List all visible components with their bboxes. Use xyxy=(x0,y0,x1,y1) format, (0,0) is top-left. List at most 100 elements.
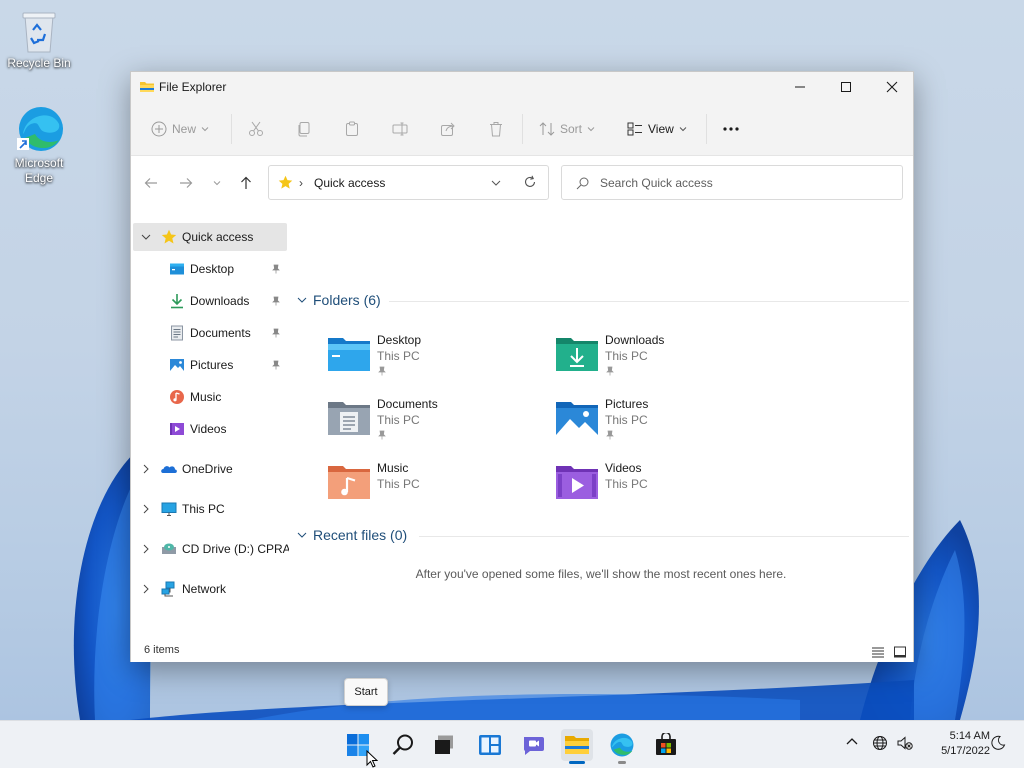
file-explorer-icon xyxy=(565,736,589,754)
edge-taskbar-button[interactable] xyxy=(606,729,638,764)
maximize-button[interactable] xyxy=(823,72,869,102)
view-label: View xyxy=(648,122,674,136)
chevron-down-icon xyxy=(679,127,687,132)
nav-item-label: Documents xyxy=(190,326,251,340)
nav-item-desktop[interactable]: Desktop xyxy=(133,255,287,283)
nav-item-documents[interactable]: Documents xyxy=(133,319,287,347)
folders-group-header[interactable]: Folders (6) xyxy=(297,292,381,308)
nav-item-quick-access[interactable]: Quick access xyxy=(133,223,287,251)
folder-tile-music[interactable]: Music This PC xyxy=(319,458,539,516)
network-icon xyxy=(161,581,175,597)
store-taskbar-button[interactable] xyxy=(650,729,682,761)
globe-icon[interactable] xyxy=(872,735,888,751)
toolbar-divider xyxy=(522,114,523,144)
pin-icon xyxy=(378,430,386,440)
clock-date: 5/17/2022 xyxy=(941,745,990,757)
task-view-button[interactable] xyxy=(428,729,460,761)
share-button[interactable] xyxy=(440,118,456,140)
sort-button[interactable]: Sort xyxy=(539,118,595,140)
new-label: New xyxy=(172,122,197,136)
chevron-right-icon[interactable] xyxy=(141,504,151,514)
recent-files-group-title: Recent files (0) xyxy=(313,527,408,543)
chevron-up-icon[interactable] xyxy=(845,735,859,749)
arrow-right-icon xyxy=(180,178,193,188)
pin-icon xyxy=(272,360,280,370)
address-row: › Quick access xyxy=(131,156,913,208)
back-button[interactable] xyxy=(140,172,162,194)
running-indicator xyxy=(569,761,585,764)
search-icon xyxy=(392,734,413,755)
edge-icon xyxy=(610,733,634,757)
toolbar-divider xyxy=(231,114,232,144)
folder-tile-documents[interactable]: Documents This PC xyxy=(319,394,539,452)
nav-item-videos[interactable]: Videos xyxy=(133,415,287,443)
delete-button[interactable] xyxy=(488,118,504,140)
paste-icon xyxy=(346,121,358,136)
search-box[interactable] xyxy=(561,165,903,200)
chevron-down-icon[interactable] xyxy=(141,232,151,242)
clock[interactable]: 5:14 AM 5/17/2022 xyxy=(920,729,990,759)
chevron-right-icon[interactable] xyxy=(141,464,151,474)
new-button[interactable]: New xyxy=(151,118,209,140)
paste-button[interactable] xyxy=(344,118,360,140)
folder-name: Downloads xyxy=(605,333,665,347)
search-button[interactable] xyxy=(387,729,419,761)
pictures-icon xyxy=(170,359,184,371)
nav-item-music[interactable]: Music xyxy=(133,383,287,411)
minimize-icon xyxy=(795,86,805,88)
rename-button[interactable] xyxy=(392,118,408,140)
focus-assist-icon[interactable] xyxy=(990,735,1006,751)
share-icon xyxy=(441,122,455,136)
folder-name: Documents xyxy=(377,397,438,411)
desktop-icon-edge[interactable]: Microsoft Edge xyxy=(3,104,75,186)
breadcrumb-separator-icon: › xyxy=(299,176,303,190)
address-bar[interactable]: › Quick access xyxy=(268,165,549,200)
folder-tile-videos[interactable]: Videos This PC xyxy=(547,458,767,516)
nav-item-label: Music xyxy=(190,390,222,404)
folder-tile-downloads[interactable]: Downloads This PC xyxy=(547,330,767,388)
taskbar: 5:14 AM 5/17/2022 xyxy=(0,720,1024,768)
sort-icon xyxy=(539,122,555,136)
recent-locations-button[interactable] xyxy=(206,172,228,194)
recent-files-group-header[interactable]: Recent files (0) xyxy=(297,527,407,543)
chevron-down-icon[interactable] xyxy=(491,178,501,188)
nav-item-label: Downloads xyxy=(190,294,250,308)
file-explorer-icon xyxy=(140,82,154,92)
desktop-icon-recycle-bin[interactable]: Recycle Bin xyxy=(3,10,75,71)
delete-icon xyxy=(490,122,502,137)
toolbar-divider xyxy=(706,114,707,144)
tiles-view-icon[interactable] xyxy=(893,645,907,659)
documents-icon xyxy=(171,325,183,341)
nav-item-onedrive[interactable]: OneDrive xyxy=(133,455,287,483)
widgets-button[interactable] xyxy=(474,729,506,761)
chevron-right-icon[interactable] xyxy=(141,584,151,594)
volume-muted-icon[interactable] xyxy=(897,735,913,751)
file-explorer-taskbar-button[interactable] xyxy=(561,729,593,764)
folder-tile-desktop[interactable]: Desktop This PC xyxy=(319,330,539,388)
details-view-icon[interactable] xyxy=(871,645,885,659)
nav-item-this-pc[interactable]: This PC xyxy=(133,495,287,523)
chat-button[interactable] xyxy=(518,729,550,761)
close-button[interactable] xyxy=(869,72,915,102)
folders-group-title: Folders (6) xyxy=(313,292,381,308)
search-input[interactable] xyxy=(600,174,890,192)
minimize-button[interactable] xyxy=(777,72,823,102)
item-count: 6 items xyxy=(144,644,180,656)
pictures-folder-icon xyxy=(556,402,598,435)
nav-item-downloads[interactable]: Downloads xyxy=(133,287,287,315)
forward-button[interactable] xyxy=(175,172,197,194)
cut-button[interactable] xyxy=(248,118,264,140)
view-button[interactable]: View xyxy=(627,118,687,140)
nav-item-pictures[interactable]: Pictures xyxy=(133,351,287,379)
music-folder-icon xyxy=(328,466,370,499)
more-options-button[interactable] xyxy=(722,118,740,140)
nav-item-cd-drive[interactable]: CD Drive (D:) CPRA_ xyxy=(133,535,297,563)
copy-button[interactable] xyxy=(296,118,312,140)
arrow-up-icon xyxy=(241,176,251,189)
refresh-icon[interactable] xyxy=(523,175,537,189)
chevron-right-icon[interactable] xyxy=(141,544,151,554)
up-button[interactable] xyxy=(235,172,257,194)
nav-item-network[interactable]: Network xyxy=(133,575,287,603)
folder-tile-pictures[interactable]: Pictures This PC xyxy=(547,394,767,452)
title-bar[interactable]: File Explorer xyxy=(131,72,913,102)
